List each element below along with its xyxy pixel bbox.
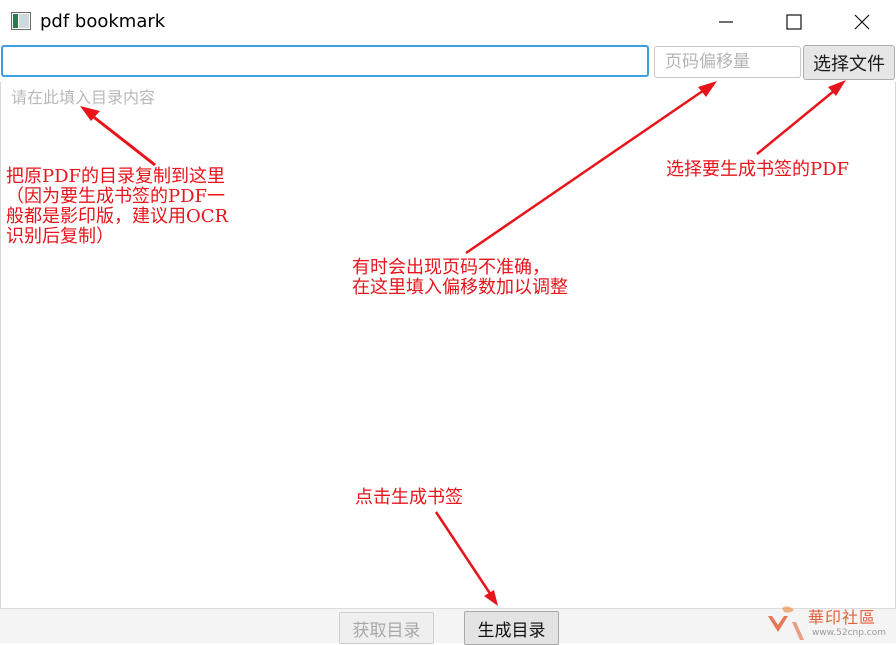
fetch-toc-button[interactable]: 获取目录 xyxy=(339,612,434,644)
footer-bar: 获取目录 生成目录 xyxy=(0,608,896,645)
offset-hint-line: 在这里填入偏移数加以调整 xyxy=(352,277,568,298)
title-bar: pdf bookmark xyxy=(0,0,896,44)
watermark-text: 華印社區 xyxy=(808,608,877,627)
choose-file-button[interactable]: 选择文件 xyxy=(803,45,895,80)
paste-hint-line: 识别后复制） xyxy=(6,226,114,247)
paste-hint-line: 把原PDF的目录复制到这里 xyxy=(6,166,226,187)
close-icon xyxy=(854,14,870,30)
app-icon xyxy=(11,12,31,30)
minimize-button[interactable] xyxy=(692,0,760,44)
maximize-icon xyxy=(786,14,802,30)
offset-hint-annotation: 有时会出现页码不准确， 在这里填入偏移数加以调整 xyxy=(352,258,568,298)
paste-hint-line: （因为要生成书签的PDF一 xyxy=(6,186,226,207)
paste-hint-line: 般都是影印版，建议用OCR xyxy=(6,206,229,227)
choose-file-hint-annotation: 选择要生成书签的PDF xyxy=(666,159,850,180)
watermark-url: www.52cnp.com xyxy=(812,628,887,638)
offset-hint-line: 有时会出现页码不准确， xyxy=(352,257,550,278)
generate-toc-button[interactable]: 生成目录 xyxy=(464,611,559,645)
toolbar: 选择文件 xyxy=(0,44,896,82)
minimize-icon xyxy=(719,21,733,23)
close-button[interactable] xyxy=(828,0,896,44)
toc-placeholder: 请在此填入目录内容 xyxy=(11,88,156,107)
paste-hint-annotation: 把原PDF的目录复制到这里 （因为要生成书签的PDF一 般都是影印版，建议用OC… xyxy=(6,167,286,247)
directory-input[interactable] xyxy=(1,45,649,77)
window-title: pdf bookmark xyxy=(40,11,166,32)
page-offset-input[interactable] xyxy=(654,46,801,78)
generate-hint-annotation: 点击生成书签 xyxy=(355,487,463,508)
maximize-button[interactable] xyxy=(760,0,828,44)
